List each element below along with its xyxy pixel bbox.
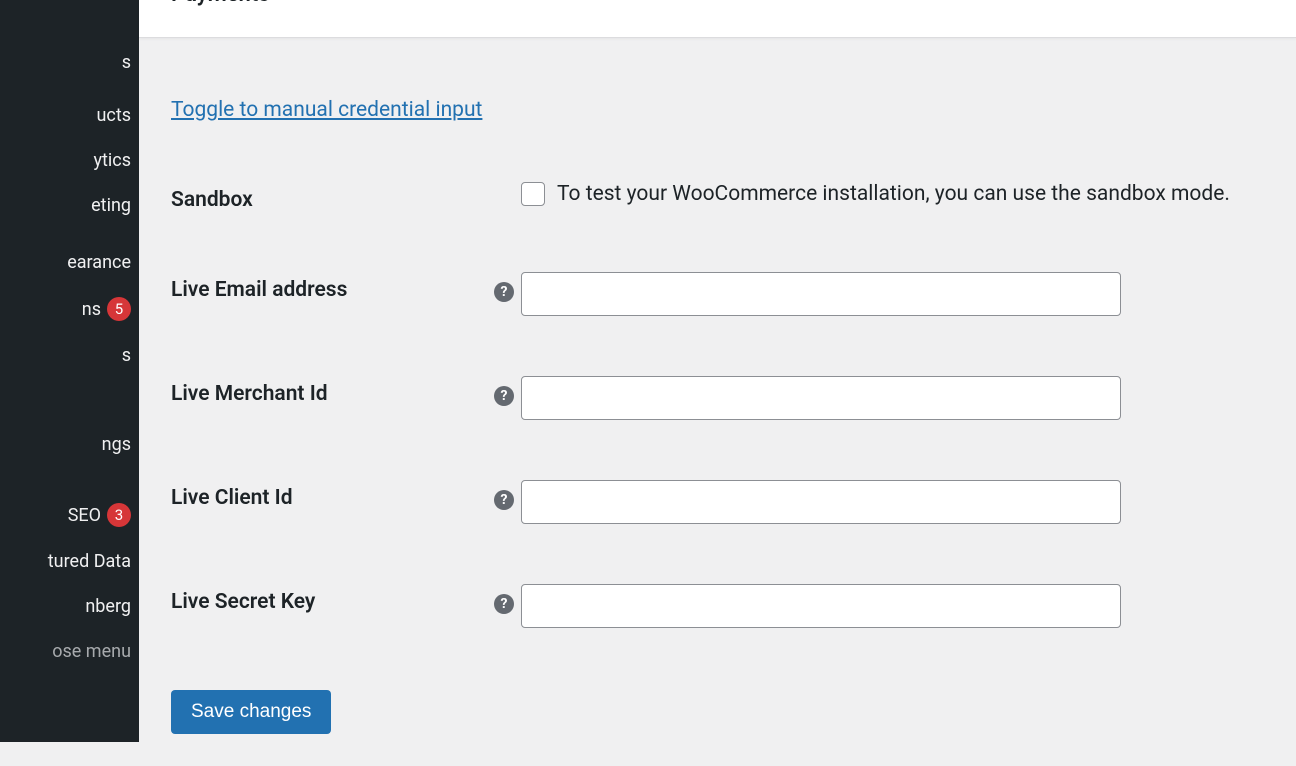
sidebar-item-label: eting [91,195,131,216]
main-content: Payments Toggle to manual credential inp… [139,0,1296,742]
settings-form: Toggle to manual credential input Sandbo… [139,38,1296,766]
field-label: Live Merchant Id [171,376,487,406]
sidebar-item[interactable]: ytics [0,138,139,183]
help-icon[interactable]: ? [494,490,514,510]
live-client-id-input[interactable] [521,480,1121,524]
sidebar-item[interactable] [0,378,139,422]
top-bar: Payments [139,0,1296,38]
form-row-live-client-id: Live Client Id ? [171,480,1264,524]
sidebar-item[interactable]: nberg [0,584,139,629]
notification-badge: 5 [107,297,131,321]
sidebar-item[interactable] [0,467,139,491]
help-icon[interactable]: ? [494,282,514,302]
sidebar-item-label: ose menu [52,641,131,662]
sidebar-item[interactable]: eting [0,183,139,228]
sidebar-item-label: nberg [85,596,131,617]
live-secret-key-input[interactable] [521,584,1121,628]
sidebar-item[interactable]: s [0,333,139,378]
sidebar-item-label: ns [82,299,101,320]
help-icon[interactable]: ? [494,386,514,406]
sidebar-item[interactable]: ngs [0,422,139,467]
field-label: Live Email address [171,272,487,302]
notification-badge: 3 [107,503,131,527]
field-label: Live Secret Key [171,584,487,614]
field-label: Live Client Id [171,480,487,510]
sidebar-item[interactable]: ns 5 [0,285,139,333]
sidebar-item-label: earance [67,252,131,273]
live-email-input[interactable] [521,272,1121,316]
sidebar-item-label: tured Data [48,551,131,572]
sidebar-item[interactable]: s [0,40,139,85]
sidebar-item-label: ytics [94,150,132,171]
sidebar-item-label: s [122,345,131,366]
toggle-credential-input-link[interactable]: Toggle to manual credential input [171,98,482,122]
sidebar-item[interactable]: earance [0,240,139,285]
sidebar-item-label: s [122,52,131,73]
sidebar-item-label: ngs [102,434,131,455]
sidebar-item-label: SEO [68,505,101,526]
form-row-live-secret-key: Live Secret Key ? [171,584,1264,628]
save-changes-button[interactable]: Save changes [171,690,331,734]
page-title: Payments [171,0,270,7]
sandbox-checkbox[interactable] [521,182,545,206]
form-row-live-email: Live Email address ? [171,272,1264,316]
live-merchant-id-input[interactable] [521,376,1121,420]
sandbox-description: To test your WooCommerce installation, y… [557,182,1230,206]
input-col: To test your WooCommerce installation, y… [521,182,1230,206]
help-icon[interactable]: ? [494,594,514,614]
field-label: Sandbox [171,182,487,212]
sidebar-item[interactable]: tured Data [0,539,139,584]
form-row-live-merchant-id: Live Merchant Id ? [171,376,1264,420]
sidebar-item[interactable]: ucts [0,93,139,138]
help-col [487,182,521,192]
form-row-sandbox: Sandbox To test your WooCommerce install… [171,182,1264,212]
admin-sidebar: s ucts ytics eting earance ns 5 s ngs SE… [0,0,139,742]
sidebar-item-label: ucts [96,105,131,126]
collapse-menu[interactable]: ose menu [0,629,139,674]
sidebar-item[interactable]: SEO 3 [0,491,139,539]
